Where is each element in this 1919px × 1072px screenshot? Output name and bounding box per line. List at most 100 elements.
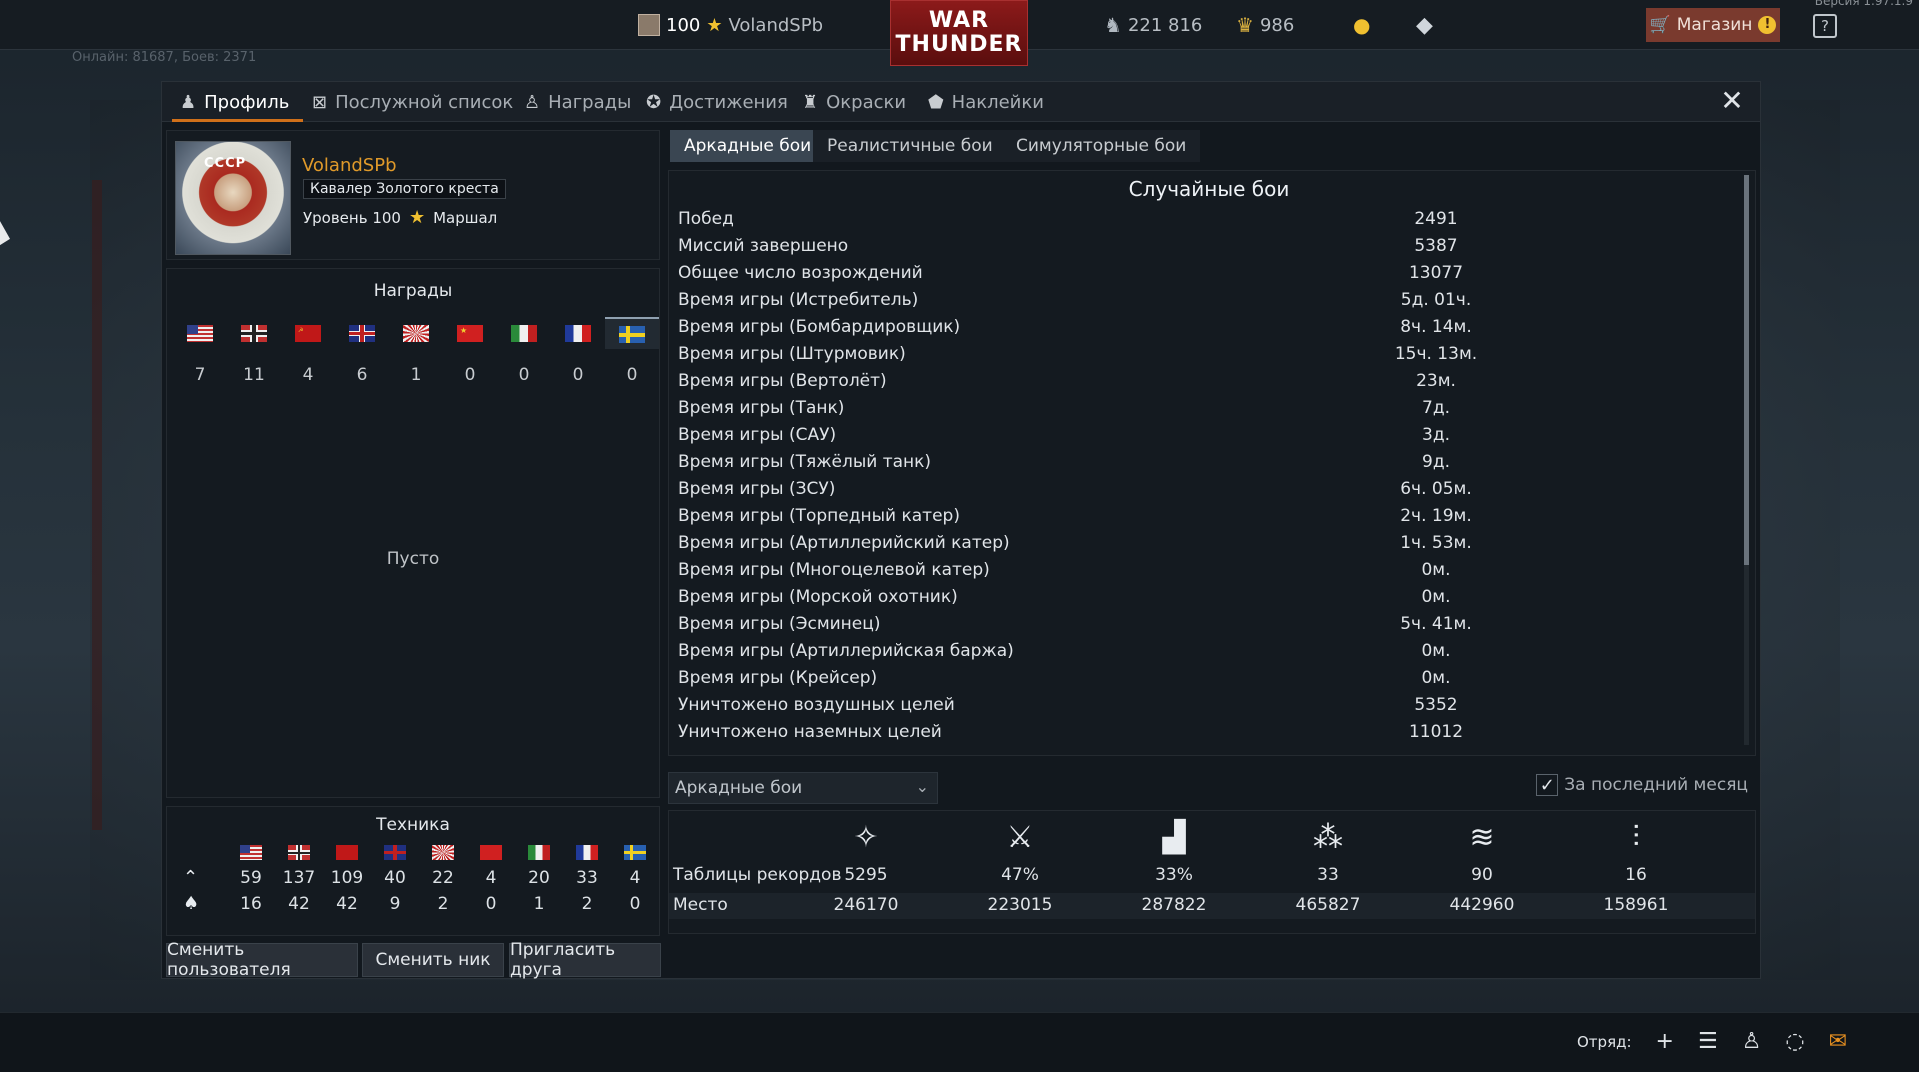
stat-label: Время игры (Многоцелевой катер) xyxy=(678,560,990,580)
award-count: 7 xyxy=(194,365,206,385)
achievement-icon: ✪ xyxy=(646,91,662,113)
top-bar: 100 ★ VolandSPb WAR THUNDER ♞ 221 816 ♛ … xyxy=(0,0,1919,66)
record-value: 5295 xyxy=(844,865,888,885)
last-month-checkbox[interactable]: ✓ За последний месяц xyxy=(1536,774,1748,796)
stat-value: 11012 xyxy=(1408,722,1464,742)
stat-row: Время игры (Истребитель) 5д. 01ч. xyxy=(678,290,1738,317)
sweden-flag-icon[interactable] xyxy=(605,317,659,349)
vehicles-panel: Техника ⌃ 59 137 109 40 22 4 20 33 4 ♠ 1… xyxy=(166,806,660,936)
plus-icon[interactable]: + xyxy=(1656,1029,1674,1054)
stat-row: Время игры (САУ) 3д. xyxy=(678,425,1738,452)
decal-icon: ⬟ xyxy=(928,91,944,113)
chat-icon[interactable]: ◌ xyxy=(1785,1029,1804,1054)
tab-arcade[interactable]: Аркадные бои xyxy=(670,130,826,162)
scrollbar-thumb[interactable] xyxy=(1744,175,1749,565)
researched-icon: ⌃ xyxy=(183,867,199,888)
stat-value: 6ч. 05м. xyxy=(1400,479,1472,499)
uk-flag-icon[interactable] xyxy=(335,317,389,349)
italy-flag-icon[interactable] xyxy=(497,317,551,349)
stat-label: Время игры (Эсминец) xyxy=(678,614,881,634)
stat-row: Время игры (ЗСУ) 6ч. 05м. xyxy=(678,479,1738,506)
player-avatar-icon xyxy=(638,14,660,36)
tab-achievements[interactable]: ✪ Достижения xyxy=(646,82,788,122)
japan-flag-icon[interactable] xyxy=(389,317,443,349)
golden-eagles-value: 986 xyxy=(1259,14,1295,36)
stat-row: Уничтожено наземных целей 11012 xyxy=(678,722,1738,749)
rank-star-icon: ★ xyxy=(408,207,426,228)
change-user-button[interactable]: Сменить пользователя xyxy=(166,940,358,980)
avatar[interactable]: СССР xyxy=(175,141,291,255)
mail-icon[interactable]: ✉ xyxy=(1829,1029,1847,1054)
help-icon[interactable]: ? xyxy=(1813,14,1837,38)
stat-label: Общее число возрождений xyxy=(678,263,923,283)
award-count: 1 xyxy=(410,365,422,385)
italy-flag-icon xyxy=(515,845,563,860)
elite-counts: 16 42 42 9 2 0 1 2 0 xyxy=(240,894,641,914)
stat-label: Время игры (Артиллерийский катер) xyxy=(678,533,1010,553)
shop-button[interactable]: 🛒 Магазин ! xyxy=(1646,8,1780,42)
stat-row: Время игры (Бомбардировщик) 8ч. 14м. xyxy=(678,317,1738,344)
tab-profile[interactable]: ♟ Профиль xyxy=(171,82,304,122)
tab-simulator[interactable]: Симуляторные бои xyxy=(1002,130,1201,162)
ussr-flag-icon xyxy=(323,845,371,860)
change-nick-button[interactable]: Сменить ник xyxy=(362,943,504,977)
stats-panel: Случайные бои Побед 2491 Миссий завершено 5… xyxy=(668,170,1756,756)
rank-star-icon: ★ xyxy=(706,14,723,36)
tab-decals[interactable]: ⬟ Наклейки xyxy=(928,82,1044,122)
stat-label: Миссий завершено xyxy=(678,236,849,256)
silver-lions[interactable]: ♞ 221 816 xyxy=(1104,0,1202,50)
china-flag-icon[interactable]: ★ xyxy=(443,317,497,349)
usa-flag-icon[interactable] xyxy=(173,317,227,349)
profile-dialog: ♟ Профиль ⊠ Послужной список ♙ Награды ✪ Дос… xyxy=(161,81,1761,980)
stat-value: 13077 xyxy=(1408,263,1464,283)
stat-value: 0м. xyxy=(1421,560,1451,580)
war-thunder-logo: WAR THUNDER xyxy=(890,0,1028,66)
france-flag-icon[interactable] xyxy=(551,317,605,349)
stat-row: Время игры (Морской охотник) 0м. xyxy=(678,587,1738,614)
profile-title[interactable]: Кавалер Золотого креста xyxy=(303,179,506,199)
tab-camouflages[interactable]: ♜ Окраски xyxy=(802,82,906,122)
germany-flag-icon[interactable] xyxy=(227,317,281,349)
tab-awards[interactable]: ♙ Награды xyxy=(524,82,631,122)
record-place: 287822 xyxy=(1141,895,1207,915)
victories-icon: ✧ xyxy=(853,819,879,855)
stat-label: Время игры (Штурмовик) xyxy=(678,344,906,364)
player-rank[interactable]: 100 ★ VolandSPb xyxy=(638,0,823,50)
medal-icon: ♙ xyxy=(524,91,541,113)
stat-label: Время игры (Тяжёлый танк) xyxy=(678,452,932,472)
awards-empty-text: Пусто xyxy=(386,549,440,569)
stat-row: Время игры (Торпедный катер) 2ч. 19м. xyxy=(678,506,1738,533)
stat-row: Время игры (Вертолёт) 23м. xyxy=(678,371,1738,398)
version-text: Версия 1.97.1.9 xyxy=(1814,0,1913,8)
vehicles-header: Техника xyxy=(376,815,450,835)
contacts-icon[interactable]: ♙ xyxy=(1742,1029,1762,1054)
diamond-icon[interactable]: ◆ xyxy=(1416,0,1433,50)
stat-label: Время игры (САУ) xyxy=(678,425,837,445)
stat-label: Уничтожено воздушных целей xyxy=(678,695,955,715)
close-icon[interactable]: ✕ xyxy=(1718,87,1746,116)
top-nickname: VolandSPb xyxy=(728,14,824,36)
invite-friend-button[interactable]: Пригласить друга xyxy=(509,940,661,980)
stat-row: Время игры (Штурмовик) 15ч. 13м. xyxy=(678,344,1738,371)
record-place: 158961 xyxy=(1603,895,1669,915)
sweden-flag-icon xyxy=(611,845,659,860)
online-stats: Онлайн: 81687, Боев: 2371 xyxy=(72,50,257,65)
lightbulb-icon[interactable]: ● xyxy=(1353,0,1370,50)
stat-label: Время игры (Танк) xyxy=(678,398,845,418)
stat-label: Уничтожено наземных целей xyxy=(678,722,942,742)
tab-service-record[interactable]: ⊠ Послужной список xyxy=(312,82,513,122)
tab-realistic[interactable]: Реалистичные бои xyxy=(813,130,1007,162)
list-icon[interactable]: ☰ xyxy=(1698,1029,1718,1054)
record-value: 16 xyxy=(1625,865,1647,885)
ussr-flag-icon[interactable]: ☭ xyxy=(281,317,335,349)
stat-label: Побед xyxy=(678,209,734,229)
golden-eagles[interactable]: ♛ 986 xyxy=(1236,0,1294,50)
mode-dropdown[interactable]: Аркадные бои ⌄ xyxy=(668,772,938,804)
china-flag-icon xyxy=(467,845,515,860)
stat-label: Время игры (Вертолёт) xyxy=(678,371,887,391)
stat-value: 5352 xyxy=(1414,695,1458,715)
stat-value: 0м. xyxy=(1421,641,1451,661)
stat-value: 2ч. 19м. xyxy=(1400,506,1472,526)
stats-scrollbar[interactable] xyxy=(1744,175,1749,745)
awards-panel: Награды ☭ ★ 7 11 4 6 1 0 0 0 0 Пусто xyxy=(166,268,660,798)
